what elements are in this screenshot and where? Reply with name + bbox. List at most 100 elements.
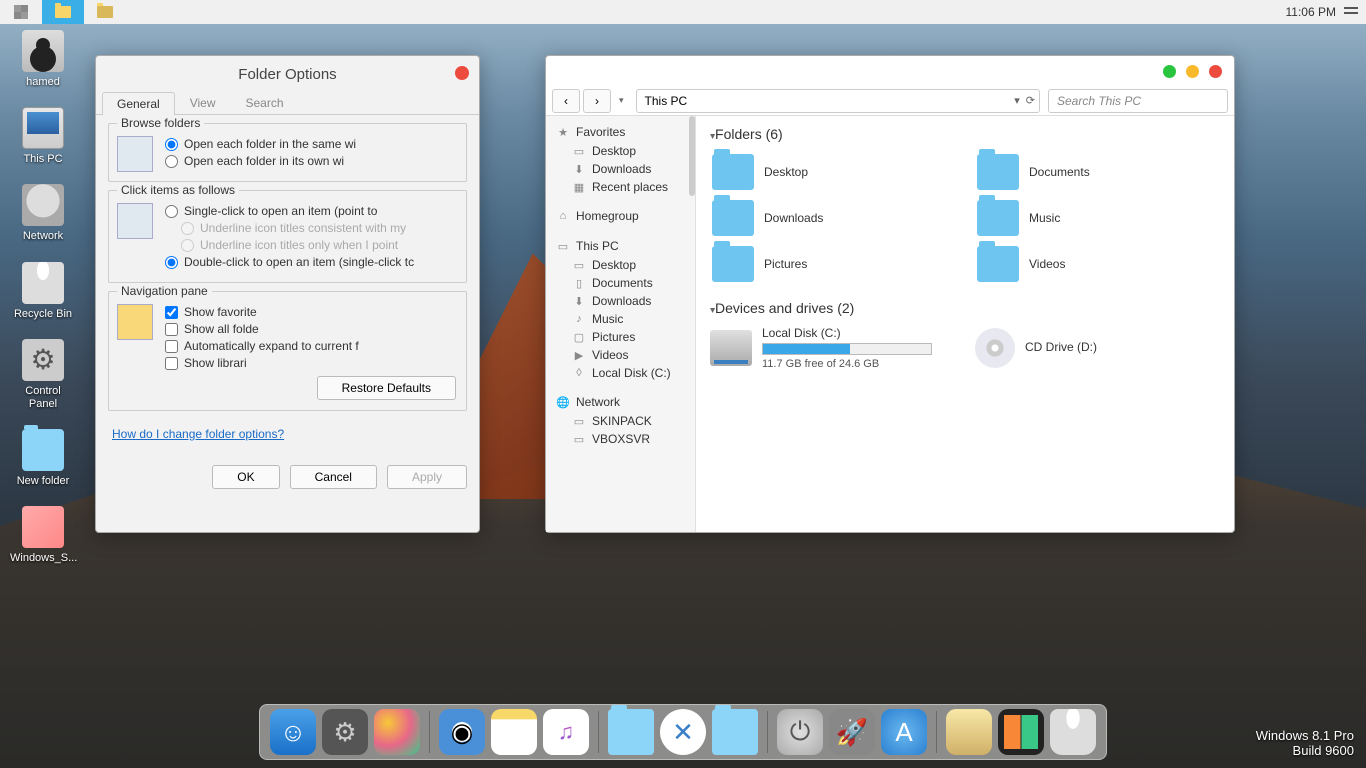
- explorer-titlebar[interactable]: [546, 56, 1234, 86]
- dock-appstore[interactable]: A: [881, 709, 927, 755]
- dock-safari[interactable]: ◉: [439, 709, 485, 755]
- dock-settings[interactable]: ⚙: [322, 709, 368, 755]
- maximize-button[interactable]: [1186, 65, 1199, 78]
- folder-downloads[interactable]: Downloads: [710, 198, 955, 238]
- tray-menu-icon[interactable]: [1344, 7, 1358, 17]
- refresh-icon[interactable]: ⟳: [1026, 94, 1035, 107]
- taskbar-explorer-button[interactable]: [42, 0, 84, 24]
- dock-folder-1[interactable]: [608, 709, 654, 755]
- check-auto-expand[interactable]: [165, 340, 178, 353]
- ok-button[interactable]: OK: [212, 465, 279, 489]
- sidebar-favorites-header[interactable]: ★Favorites: [546, 122, 695, 142]
- sidebar-item-localdisk[interactable]: ◊Local Disk (C:): [546, 364, 695, 382]
- dialog-title: Folder Options: [96, 56, 479, 91]
- restore-defaults-button[interactable]: Restore Defaults: [317, 376, 456, 400]
- tab-view[interactable]: View: [175, 91, 231, 114]
- tab-general[interactable]: General: [102, 92, 175, 115]
- dock-trash[interactable]: [1050, 709, 1096, 755]
- trash-icon: [22, 262, 64, 304]
- desktop-icon-newfolder[interactable]: New folder: [10, 429, 76, 488]
- sidebar-item-desktop[interactable]: ▭Desktop: [546, 142, 695, 160]
- taskbar-app-button[interactable]: [84, 0, 126, 24]
- dock-x-app[interactable]: ✕: [660, 709, 706, 755]
- download-icon: ⬇: [572, 163, 586, 175]
- sidebar-item-videos[interactable]: ▶Videos: [546, 346, 695, 364]
- sidebar-item-music[interactable]: ♪Music: [546, 310, 695, 328]
- radio-same-window[interactable]: [165, 138, 178, 151]
- folder-pictures[interactable]: Pictures: [710, 244, 955, 284]
- explorer-sidebar: ★Favorites ▭Desktop ⬇Downloads ▦Recent p…: [546, 116, 696, 532]
- dock-itunes[interactable]: [543, 709, 589, 755]
- apply-button[interactable]: Apply: [387, 465, 467, 489]
- start-button[interactable]: [0, 0, 42, 24]
- dock-launchpad[interactable]: 🚀: [829, 709, 875, 755]
- dock-power[interactable]: ⏻: [777, 709, 823, 755]
- radio-double-click[interactable]: [165, 256, 178, 269]
- radio-own-window[interactable]: [165, 155, 178, 168]
- network-icon: [22, 184, 64, 226]
- check-show-favorites[interactable]: [165, 306, 178, 319]
- dock-notes[interactable]: [491, 709, 537, 755]
- sidebar-item-pictures[interactable]: ▢Pictures: [546, 328, 695, 346]
- drives-section-header[interactable]: Devices and drives (2): [710, 300, 1220, 316]
- dock-finder[interactable]: ☺: [270, 709, 316, 755]
- folder-music[interactable]: Music: [975, 198, 1220, 238]
- nav-group-icon: [117, 304, 153, 340]
- disk-icon: [710, 330, 752, 366]
- close-button[interactable]: [455, 66, 469, 80]
- folder-icon: [712, 246, 754, 282]
- sidebar-item-documents[interactable]: ▯Documents: [546, 274, 695, 292]
- radio-single-click[interactable]: [165, 205, 178, 218]
- desktop-icon-controlpanel[interactable]: Control Panel: [10, 339, 76, 411]
- back-button[interactable]: ‹: [552, 89, 580, 113]
- click-items-group: Click items as follows Single-click to o…: [108, 190, 467, 283]
- taskbar-clock[interactable]: 11:06 PM: [1286, 5, 1336, 19]
- sidebar-item-downloads2[interactable]: ⬇Downloads: [546, 292, 695, 310]
- sidebar-item-downloads[interactable]: ⬇Downloads: [546, 160, 695, 178]
- desktop-icon-network[interactable]: Network: [10, 184, 76, 243]
- cancel-button[interactable]: Cancel: [290, 465, 377, 489]
- folder-desktop[interactable]: Desktop: [710, 152, 955, 192]
- explorer-window: ‹ › ▾ This PC ▾⟳ Search This PC ★Favorit…: [545, 55, 1235, 533]
- picture-icon: ▢: [572, 331, 586, 343]
- desktop-icons: hamed This PC Network Recycle Bin Contro…: [10, 30, 80, 584]
- check-show-libraries[interactable]: [165, 357, 178, 370]
- dock-folder-2[interactable]: [712, 709, 758, 755]
- sidebar-item-recent[interactable]: ▦Recent places: [546, 178, 695, 196]
- folder-documents[interactable]: Documents: [975, 152, 1220, 192]
- help-link[interactable]: How do I change folder options?: [112, 427, 284, 441]
- minimize-button[interactable]: [1163, 65, 1176, 78]
- tab-search[interactable]: Search: [231, 91, 299, 114]
- dock-gamecenter[interactable]: [374, 709, 420, 755]
- document-icon: ▯: [572, 277, 586, 289]
- sidebar-network-header[interactable]: 🌐Network: [546, 392, 695, 412]
- desktop-icon-installer[interactable]: Windows_S...: [10, 506, 76, 565]
- desktop-icon-user[interactable]: hamed: [10, 30, 76, 89]
- check-show-all-folders[interactable]: [165, 323, 178, 336]
- folders-section-header[interactable]: Folders (6): [710, 126, 1220, 142]
- browse-folders-group: Browse folders Open each folder in the s…: [108, 123, 467, 182]
- dock-tiles[interactable]: [998, 709, 1044, 755]
- folder-videos[interactable]: Videos: [975, 244, 1220, 284]
- sidebar-item-desktop2[interactable]: ▭Desktop: [546, 256, 695, 274]
- desktop-icon-thispc[interactable]: This PC: [10, 107, 76, 166]
- user-icon: [22, 30, 64, 72]
- address-bar[interactable]: This PC ▾⟳: [636, 89, 1040, 113]
- sidebar-item-vboxsvr[interactable]: ▭VBOXSVR: [546, 430, 695, 448]
- drive-local-c[interactable]: Local Disk (C:) 11.7 GB free of 24.6 GB: [710, 326, 955, 370]
- video-icon: ▶: [572, 349, 586, 361]
- drive-cd-d[interactable]: CD Drive (D:): [975, 326, 1220, 370]
- dock-photos[interactable]: [946, 709, 992, 755]
- search-input[interactable]: Search This PC: [1048, 89, 1228, 113]
- desktop-icon-recyclebin[interactable]: Recycle Bin: [10, 262, 76, 321]
- home-icon: ⌂: [556, 210, 570, 222]
- history-dropdown[interactable]: ▾: [615, 95, 628, 106]
- sidebar-item-skinpack[interactable]: ▭SKINPACK: [546, 412, 695, 430]
- address-dropdown-icon[interactable]: ▾: [1014, 94, 1020, 107]
- sidebar-thispc-header[interactable]: ▭This PC: [546, 236, 695, 256]
- sidebar-homegroup-header[interactable]: ⌂Homegroup: [546, 206, 695, 226]
- folder-icon: [55, 6, 71, 18]
- forward-button[interactable]: ›: [583, 89, 611, 113]
- download-icon: ⬇: [572, 295, 586, 307]
- close-button[interactable]: [1209, 65, 1222, 78]
